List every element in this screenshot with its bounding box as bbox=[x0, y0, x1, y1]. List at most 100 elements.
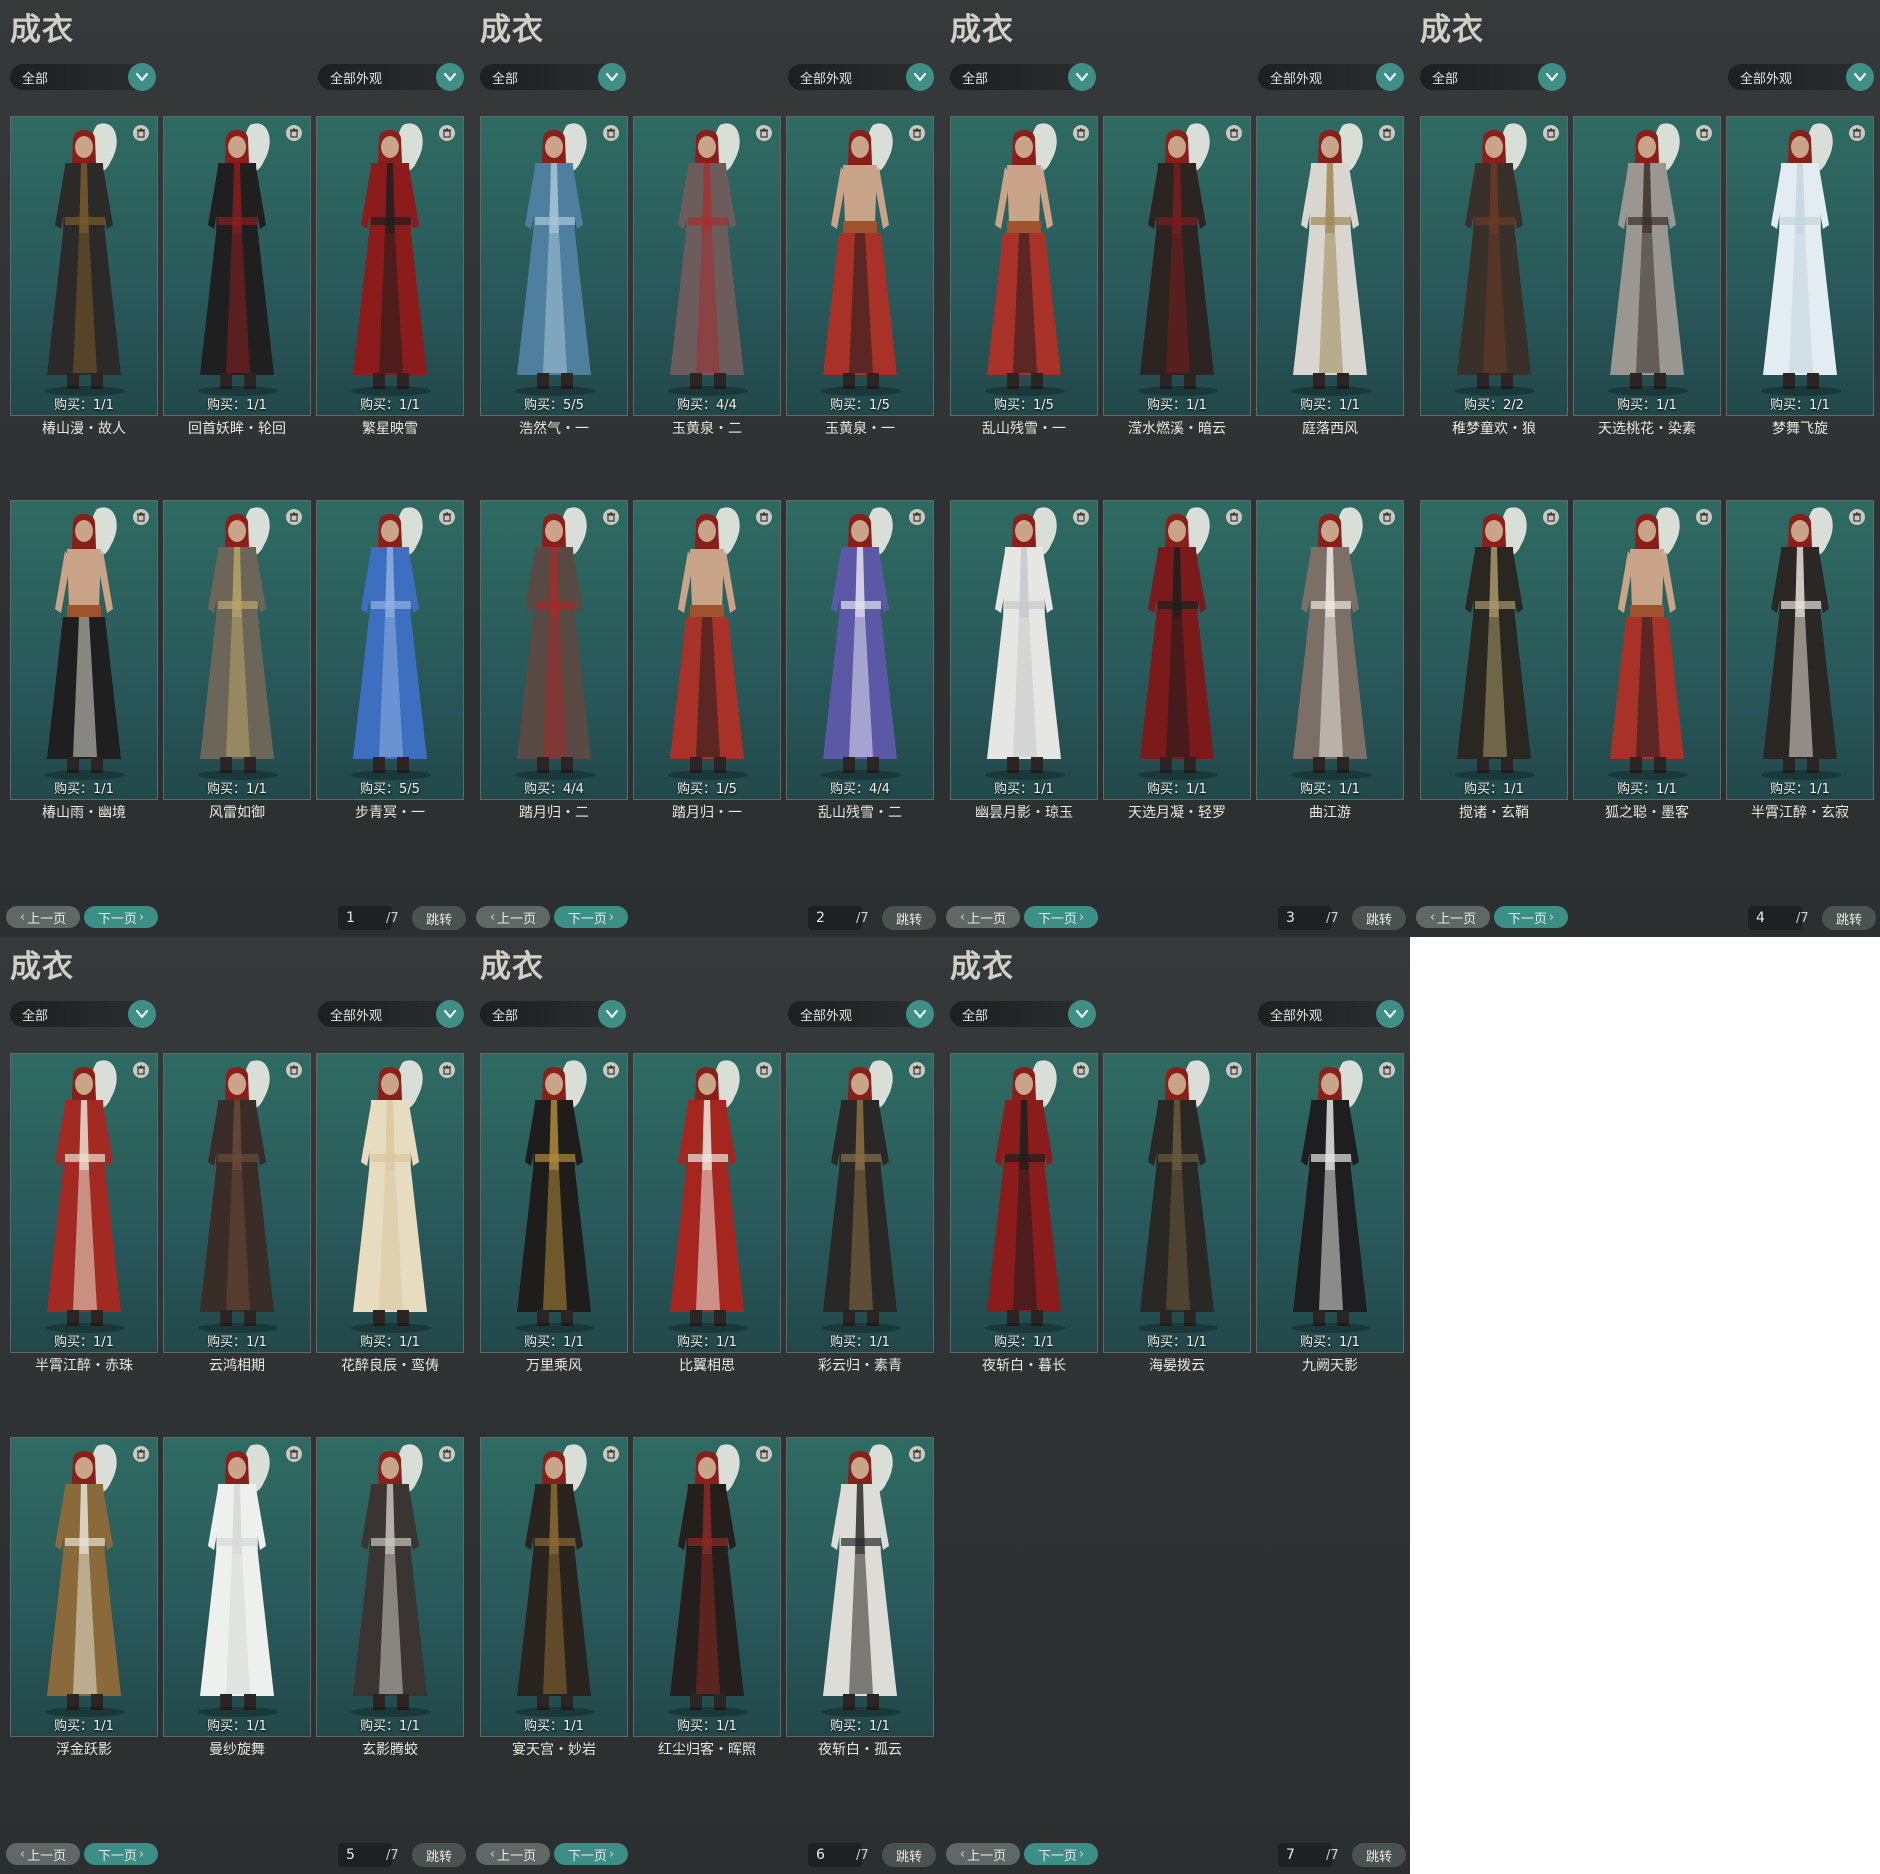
trash-icon[interactable] bbox=[1543, 125, 1559, 141]
next-page-button[interactable]: 下一页 › bbox=[1024, 906, 1098, 928]
chevron-down-icon[interactable] bbox=[128, 1000, 156, 1028]
outfit-card[interactable]: 购买：1/1 bbox=[633, 1053, 781, 1353]
next-page-button[interactable]: 下一页 › bbox=[1024, 1843, 1098, 1865]
outfit-card[interactable]: 购买：1/1 bbox=[163, 116, 311, 416]
outfit-card[interactable]: 购买：4/4 bbox=[786, 500, 934, 800]
category-dropdown[interactable]: 全部 bbox=[480, 63, 626, 91]
trash-icon[interactable] bbox=[756, 1446, 772, 1462]
trash-icon[interactable] bbox=[439, 1062, 455, 1078]
outfit-card[interactable]: 购买：1/1 bbox=[316, 1437, 464, 1737]
appearance-dropdown[interactable]: 全部外观 bbox=[1728, 63, 1874, 91]
jump-button[interactable]: 跳转 bbox=[412, 1843, 466, 1867]
appearance-dropdown[interactable]: 全部外观 bbox=[788, 1000, 934, 1028]
trash-icon[interactable] bbox=[1226, 1062, 1242, 1078]
outfit-card[interactable]: 购买：1/1 bbox=[10, 500, 158, 800]
jump-button[interactable]: 跳转 bbox=[882, 1843, 936, 1867]
trash-icon[interactable] bbox=[439, 125, 455, 141]
outfit-card[interactable]: 购买：1/1 bbox=[633, 1437, 781, 1737]
trash-icon[interactable] bbox=[603, 509, 619, 525]
trash-icon[interactable] bbox=[1379, 509, 1395, 525]
jump-button[interactable]: 跳转 bbox=[412, 906, 466, 930]
outfit-card[interactable]: 购买：1/1 bbox=[163, 1437, 311, 1737]
appearance-dropdown[interactable]: 全部外观 bbox=[318, 1000, 464, 1028]
outfit-card[interactable]: 购买：1/1 bbox=[1103, 1053, 1251, 1353]
prev-page-button[interactable]: ‹ 上一页 bbox=[946, 1843, 1020, 1865]
trash-icon[interactable] bbox=[286, 509, 302, 525]
outfit-card[interactable]: 购买：1/1 bbox=[480, 1053, 628, 1353]
trash-icon[interactable] bbox=[1226, 125, 1242, 141]
outfit-card[interactable]: 购买：1/1 bbox=[1573, 500, 1721, 800]
outfit-card[interactable]: 购买：4/4 bbox=[480, 500, 628, 800]
outfit-card[interactable]: 购买：1/1 bbox=[1256, 1053, 1404, 1353]
prev-page-button[interactable]: ‹ 上一页 bbox=[476, 1843, 550, 1865]
outfit-card[interactable]: 购买：1/1 bbox=[786, 1053, 934, 1353]
jump-button[interactable]: 跳转 bbox=[882, 906, 936, 930]
trash-icon[interactable] bbox=[603, 1062, 619, 1078]
trash-icon[interactable] bbox=[1379, 1062, 1395, 1078]
jump-button[interactable]: 跳转 bbox=[1352, 1843, 1406, 1867]
outfit-card[interactable]: 购买：1/1 bbox=[1256, 500, 1404, 800]
outfit-card[interactable]: 购买：1/1 bbox=[1573, 116, 1721, 416]
prev-page-button[interactable]: ‹ 上一页 bbox=[6, 1843, 80, 1865]
chevron-down-icon[interactable] bbox=[598, 1000, 626, 1028]
page-number-input[interactable]: 5 bbox=[338, 1843, 392, 1867]
trash-icon[interactable] bbox=[1696, 509, 1712, 525]
outfit-card[interactable]: 购买：1/1 bbox=[1726, 116, 1874, 416]
trash-icon[interactable] bbox=[1073, 1062, 1089, 1078]
chevron-down-icon[interactable] bbox=[1538, 63, 1566, 91]
next-page-button[interactable]: 下一页 › bbox=[554, 1843, 628, 1865]
outfit-card[interactable]: 购买：1/1 bbox=[950, 500, 1098, 800]
outfit-card[interactable]: 购买：1/1 bbox=[10, 116, 158, 416]
page-number-input[interactable]: 2 bbox=[808, 906, 862, 930]
trash-icon[interactable] bbox=[1073, 125, 1089, 141]
chevron-down-icon[interactable] bbox=[1846, 63, 1874, 91]
outfit-card[interactable]: 购买：1/1 bbox=[10, 1437, 158, 1737]
outfit-card[interactable]: 购买：1/1 bbox=[480, 1437, 628, 1737]
outfit-card[interactable]: 购买：1/1 bbox=[163, 500, 311, 800]
outfit-card[interactable]: 购买：4/4 bbox=[633, 116, 781, 416]
chevron-down-icon[interactable] bbox=[436, 1000, 464, 1028]
next-page-button[interactable]: 下一页 › bbox=[554, 906, 628, 928]
trash-icon[interactable] bbox=[133, 1062, 149, 1078]
next-page-button[interactable]: 下一页 › bbox=[1494, 906, 1568, 928]
chevron-down-icon[interactable] bbox=[436, 63, 464, 91]
outfit-card[interactable]: 购买：1/1 bbox=[950, 1053, 1098, 1353]
appearance-dropdown[interactable]: 全部外观 bbox=[318, 63, 464, 91]
category-dropdown[interactable]: 全部 bbox=[950, 63, 1096, 91]
outfit-card[interactable]: 购买：1/1 bbox=[316, 1053, 464, 1353]
outfit-card[interactable]: 购买：1/1 bbox=[1256, 116, 1404, 416]
trash-icon[interactable] bbox=[133, 1446, 149, 1462]
outfit-card[interactable]: 购买：1/1 bbox=[1726, 500, 1874, 800]
trash-icon[interactable] bbox=[439, 1446, 455, 1462]
trash-icon[interactable] bbox=[909, 1062, 925, 1078]
trash-icon[interactable] bbox=[909, 1446, 925, 1462]
outfit-card[interactable]: 购买：5/5 bbox=[480, 116, 628, 416]
outfit-card[interactable]: 购买：1/1 bbox=[316, 116, 464, 416]
trash-icon[interactable] bbox=[756, 509, 772, 525]
next-page-button[interactable]: 下一页 › bbox=[84, 906, 158, 928]
chevron-down-icon[interactable] bbox=[1376, 1000, 1404, 1028]
trash-icon[interactable] bbox=[603, 1446, 619, 1462]
trash-icon[interactable] bbox=[133, 125, 149, 141]
jump-button[interactable]: 跳转 bbox=[1822, 906, 1876, 930]
outfit-card[interactable]: 购买：1/1 bbox=[1103, 116, 1251, 416]
page-number-input[interactable]: 6 bbox=[808, 1843, 862, 1867]
trash-icon[interactable] bbox=[1543, 509, 1559, 525]
trash-icon[interactable] bbox=[603, 125, 619, 141]
outfit-card[interactable]: 购买：1/1 bbox=[1103, 500, 1251, 800]
chevron-down-icon[interactable] bbox=[1376, 63, 1404, 91]
outfit-card[interactable]: 购买：1/1 bbox=[10, 1053, 158, 1353]
outfit-card[interactable]: 购买：1/1 bbox=[163, 1053, 311, 1353]
trash-icon[interactable] bbox=[756, 125, 772, 141]
trash-icon[interactable] bbox=[1073, 509, 1089, 525]
page-number-input[interactable]: 4 bbox=[1748, 906, 1802, 930]
outfit-card[interactable]: 购买：5/5 bbox=[316, 500, 464, 800]
page-number-input[interactable]: 3 bbox=[1278, 906, 1332, 930]
category-dropdown[interactable]: 全部 bbox=[10, 1000, 156, 1028]
outfit-card[interactable]: 购买：1/5 bbox=[786, 116, 934, 416]
jump-button[interactable]: 跳转 bbox=[1352, 906, 1406, 930]
page-number-input[interactable]: 1 bbox=[338, 906, 392, 930]
category-dropdown[interactable]: 全部 bbox=[10, 63, 156, 91]
trash-icon[interactable] bbox=[286, 1446, 302, 1462]
chevron-down-icon[interactable] bbox=[128, 63, 156, 91]
